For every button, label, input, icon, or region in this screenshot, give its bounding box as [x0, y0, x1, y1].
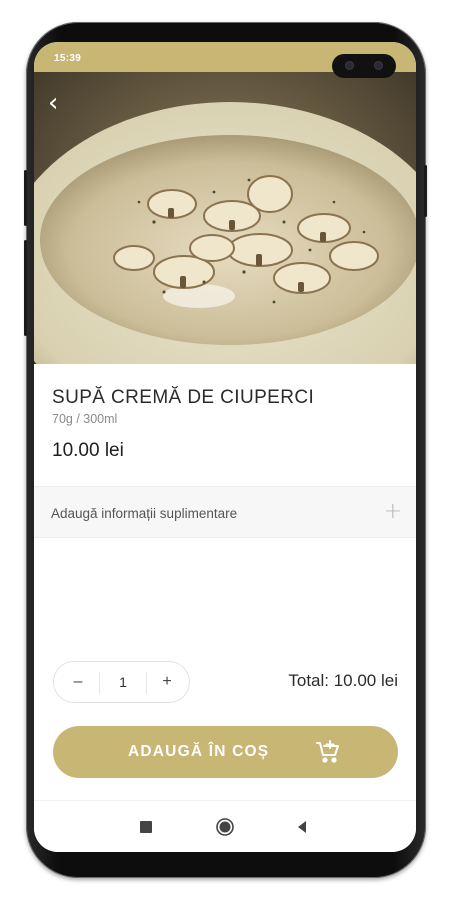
extra-info-label: Adaugă informații suplimentare [51, 506, 238, 521]
total-price: Total: 10.00 lei [288, 671, 398, 690]
recent-apps-icon[interactable] [136, 817, 156, 837]
back-triangle-icon[interactable] [292, 817, 312, 837]
system-nav-bar [34, 800, 416, 852]
product-image: ‹ [34, 72, 416, 364]
add-to-cart-label: ADAUGĂ ÎN COȘ [128, 743, 270, 760]
mushroom-soup-photo [34, 72, 416, 364]
add-to-cart-button[interactable]: ADAUGĂ ÎN COȘ [53, 726, 398, 778]
quantity-stepper: – 1 + [53, 661, 190, 703]
app-screen: 15:39 ‹ SUPĂ CREMĂ DE CIUPERCI 70g / 300… [34, 42, 416, 852]
back-arrow-icon[interactable]: ‹ [48, 88, 78, 118]
product-title: SUPĂ CREMĂ DE CIUPERCI [52, 387, 315, 408]
decrement-button[interactable]: – [58, 662, 98, 702]
quantity-value: 1 [119, 674, 127, 690]
cart-add-icon [316, 740, 339, 763]
home-icon[interactable] [215, 817, 235, 837]
increment-button[interactable]: + [146, 662, 188, 702]
status-time: 15:39 [54, 53, 82, 64]
side-button [24, 240, 27, 336]
side-button [24, 170, 27, 226]
extra-info-row[interactable]: Adaugă informații suplimentare + [34, 486, 416, 538]
product-price: 10.00 lei [52, 440, 124, 461]
plus-icon[interactable]: + [384, 499, 402, 524]
side-button [424, 165, 427, 217]
product-weight: 70g / 300ml [52, 412, 118, 426]
front-camera [332, 54, 396, 78]
